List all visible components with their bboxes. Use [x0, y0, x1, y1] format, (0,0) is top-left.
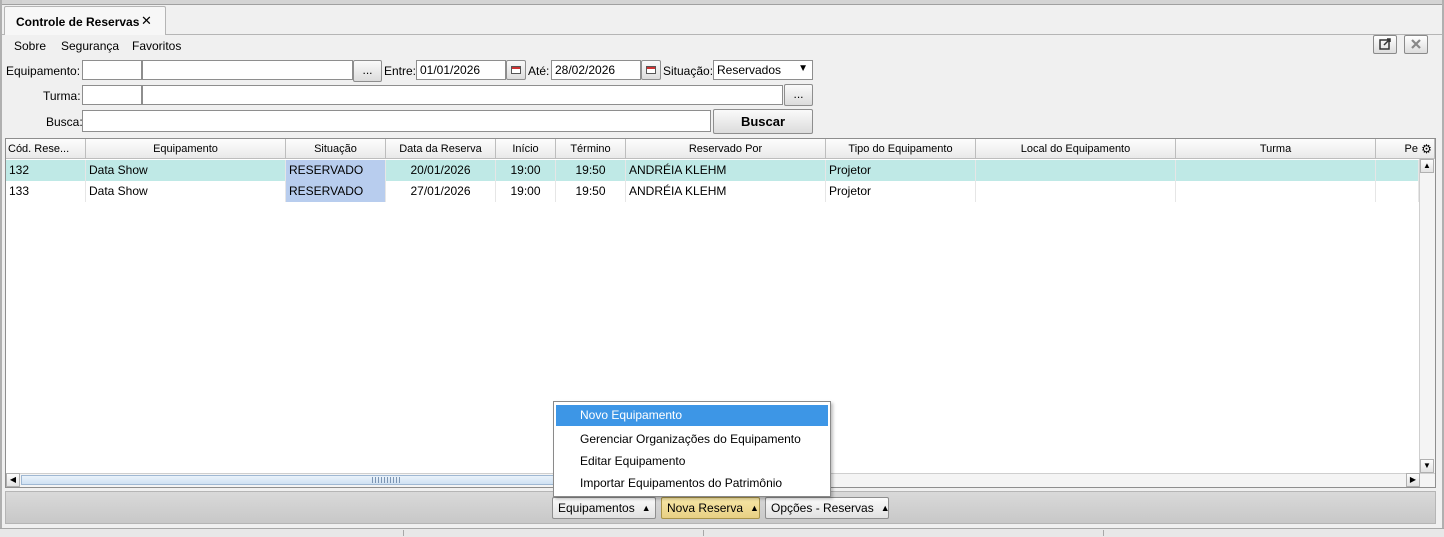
cell-reservado-por: ANDRÉIA KLEHM: [626, 181, 826, 202]
turma-code-input[interactable]: [82, 85, 142, 105]
cell-pe: [1376, 181, 1419, 202]
scroll-right-arrow-icon[interactable]: ▶: [1406, 473, 1420, 487]
equipamentos-label: Equipamentos: [558, 501, 635, 515]
table-row[interactable]: 132 Data Show RESERVADO 20/01/2026 19:00…: [6, 160, 1419, 181]
entre-calendar-button[interactable]: [506, 60, 526, 80]
column-header-equipamento[interactable]: Equipamento: [86, 139, 286, 159]
menu-seguranca[interactable]: Segurança: [61, 39, 119, 53]
scroll-up-arrow-icon[interactable]: ▲: [1420, 159, 1434, 173]
column-header-cod[interactable]: Cód. Rese...: [6, 139, 86, 159]
situacao-select[interactable]: Reservados ▼: [713, 60, 813, 80]
ate-label: Até:: [528, 64, 550, 78]
turma-lookup-button[interactable]: ...: [784, 84, 813, 106]
cell-local: [976, 160, 1176, 181]
nova-reserva-button[interactable]: Nova Reserva ▲: [661, 497, 760, 519]
turma-label: Turma:: [43, 89, 81, 103]
situacao-value: Reservados: [717, 63, 782, 77]
column-header-data-reserva[interactable]: Data da Reserva: [386, 139, 496, 159]
triangle-up-icon: ▲: [641, 503, 651, 513]
column-header-local-equipamento[interactable]: Local do Equipamento: [976, 139, 1176, 159]
opcoes-reservas-label: Opções - Reservas: [771, 501, 874, 515]
menu-item-novo-equipamento[interactable]: Novo Equipamento: [556, 405, 828, 426]
cell-reservado-por: ANDRÉIA KLEHM: [626, 160, 826, 181]
column-header-pe[interactable]: Pe: [1376, 139, 1421, 159]
cell-data: 27/01/2026: [386, 181, 496, 202]
equipamentos-button[interactable]: Equipamentos ▲: [552, 497, 656, 519]
vertical-scrollbar[interactable]: ▲ ▼: [1419, 159, 1435, 473]
nova-reserva-label: Nova Reserva: [667, 501, 744, 515]
close-icon[interactable]: ✕: [141, 13, 152, 29]
equipamento-name-input[interactable]: [142, 60, 353, 80]
cell-tipo: Projetor: [826, 181, 976, 202]
menu-item-gerenciar-organizacoes[interactable]: Gerenciar Organizações do Equipamento: [556, 429, 828, 450]
chevron-down-icon: ▼: [798, 63, 808, 74]
column-header-situacao[interactable]: Situação: [286, 139, 386, 159]
opcoes-reservas-button[interactable]: Opções - Reservas ▲: [765, 497, 890, 519]
menu-item-importar-equipamentos[interactable]: Importar Equipamentos do Patrimônio: [556, 473, 828, 494]
menu-item-editar-equipamento[interactable]: Editar Equipamento: [556, 451, 828, 472]
calendar-icon: [646, 66, 656, 74]
status-divider: [403, 530, 404, 536]
cell-tipo: Projetor: [826, 160, 976, 181]
tab-controle-de-reservas[interactable]: Controle de Reservas ✕: [4, 6, 166, 35]
situacao-label: Situação:: [663, 64, 714, 78]
buscar-button[interactable]: Buscar: [713, 109, 813, 134]
ate-calendar-button[interactable]: [641, 60, 661, 80]
entre-label: Entre:: [384, 64, 417, 78]
busca-label: Busca:: [46, 115, 83, 129]
equipamento-lookup-button[interactable]: ...: [353, 60, 382, 82]
status-divider: [703, 530, 704, 536]
close-x-icon: [1411, 39, 1421, 49]
equipamento-label: Equipamento:: [6, 64, 81, 78]
menu-sobre[interactable]: Sobre: [14, 39, 46, 53]
window-frame-left: [0, 0, 2, 536]
turma-name-input[interactable]: [142, 85, 783, 105]
close-window-button[interactable]: [1404, 35, 1428, 54]
column-header-turma[interactable]: Turma: [1176, 139, 1376, 159]
cell-inicio: 19:00: [496, 160, 556, 181]
cell-local: [976, 181, 1176, 202]
column-header-reservado-por[interactable]: Reservado Por: [626, 139, 826, 159]
cell-cod: 132: [6, 160, 86, 181]
cell-termino: 19:50: [556, 160, 626, 181]
menu-favoritos[interactable]: Favoritos: [132, 39, 181, 53]
scroll-down-arrow-icon[interactable]: ▼: [1420, 459, 1434, 473]
cell-pe: [1376, 160, 1419, 181]
cell-situacao: RESERVADO: [286, 181, 386, 202]
column-settings-gear-icon[interactable]: ⚙: [1419, 139, 1435, 159]
detach-window-button[interactable]: [1373, 35, 1397, 54]
table-row[interactable]: 133 Data Show RESERVADO 27/01/2026 19:00…: [6, 181, 1419, 202]
column-header-tipo-equipamento[interactable]: Tipo do Equipamento: [826, 139, 976, 159]
status-divider: [1103, 530, 1104, 536]
ate-date-input[interactable]: 28/02/2026: [551, 60, 641, 80]
cell-data: 20/01/2026: [386, 160, 496, 181]
tab-bar: [2, 4, 1442, 35]
equipamento-code-input[interactable]: [82, 60, 142, 80]
cell-termino: 19:50: [556, 181, 626, 202]
equipamentos-popup-menu: Novo Equipamento Gerenciar Organizações …: [553, 401, 831, 497]
column-header-inicio[interactable]: Início: [496, 139, 556, 159]
cell-inicio: 19:00: [496, 181, 556, 202]
busca-input[interactable]: [82, 110, 711, 132]
calendar-icon: [511, 66, 521, 74]
cell-cod: 133: [6, 181, 86, 202]
external-window-icon: [1379, 38, 1391, 50]
triangle-up-icon: ▲: [880, 503, 890, 513]
cell-turma: [1176, 181, 1376, 202]
cell-turma: [1176, 160, 1376, 181]
triangle-up-icon: ▲: [750, 503, 759, 513]
cell-situacao: RESERVADO: [286, 160, 386, 181]
grip-icon: [372, 477, 402, 483]
cell-equipamento: Data Show: [86, 181, 286, 202]
cell-equipamento: Data Show: [86, 160, 286, 181]
scroll-left-arrow-icon[interactable]: ◀: [6, 473, 20, 487]
column-header-termino[interactable]: Término: [556, 139, 626, 159]
tab-title: Controle de Reservas: [16, 15, 140, 29]
entre-date-input[interactable]: 01/01/2026: [416, 60, 506, 80]
